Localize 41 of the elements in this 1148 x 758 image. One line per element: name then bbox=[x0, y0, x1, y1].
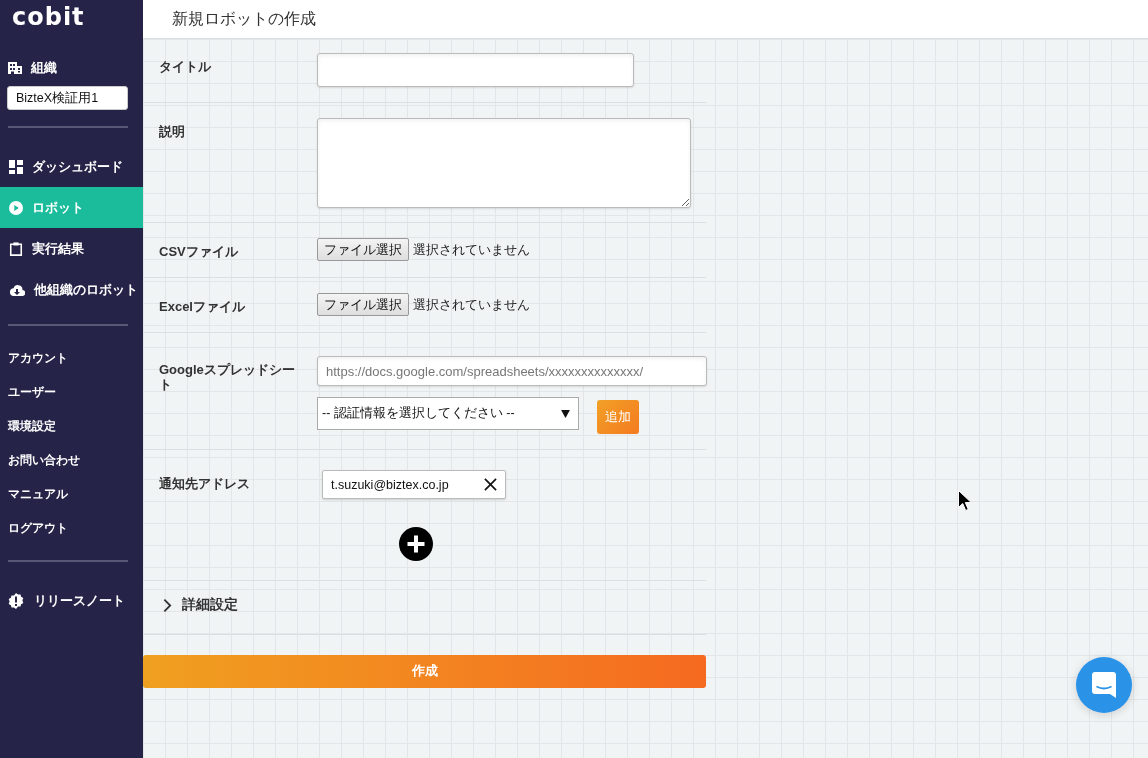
plus-circle-icon[interactable] bbox=[399, 527, 433, 561]
organization-label: 組織 bbox=[31, 59, 57, 77]
sidebar-item[interactable]: ダッシュボード bbox=[0, 146, 143, 187]
sidebar-link[interactable]: アカウント bbox=[0, 341, 143, 375]
advanced-settings-toggle[interactable]: 詳細設定 bbox=[163, 596, 238, 614]
sidebar-link[interactable]: マニュアル bbox=[0, 477, 143, 511]
chat-icon bbox=[1092, 672, 1116, 698]
file-status-text: 選択されていません bbox=[413, 240, 530, 259]
sidebar-link[interactable]: お問い合わせ bbox=[0, 443, 143, 477]
field-label: Excelファイル bbox=[158, 298, 246, 316]
file-select-button[interactable]: ファイル選択 bbox=[317, 293, 409, 316]
release-notes-link[interactable]: リリースノート bbox=[0, 580, 143, 621]
building-icon bbox=[8, 62, 22, 74]
sidebar-link[interactable]: ユーザー bbox=[0, 375, 143, 409]
field-label: CSVファイル bbox=[158, 243, 239, 261]
close-icon[interactable] bbox=[484, 478, 497, 491]
sidebar-link[interactable]: ログアウト bbox=[0, 511, 143, 545]
field-label: Googleスプレッドシート bbox=[158, 361, 296, 394]
url-field[interactable]: https://docs.google.com/spreadsheets/xxxxxxxxxxxxxx/ bbox=[317, 356, 707, 386]
sidebar-item[interactable]: 実行結果 bbox=[0, 228, 143, 269]
text-field[interactable] bbox=[317, 53, 634, 87]
credential-select[interactable]: -- 認証情報を選択してください -- bbox=[317, 397, 579, 430]
file-status-text: 選択されていません bbox=[413, 295, 530, 314]
caret-icon bbox=[561, 409, 570, 418]
dashboard-icon bbox=[9, 159, 23, 174]
cloud-download-icon bbox=[9, 283, 25, 296]
mouse-pointer-icon bbox=[958, 490, 972, 512]
field-label: タイトル bbox=[158, 58, 212, 76]
file-select-button[interactable]: ファイル選択 bbox=[317, 238, 409, 261]
sidebar-item[interactable]: 他組織のロボット bbox=[0, 269, 143, 310]
alert-badge-icon bbox=[8, 592, 24, 609]
sidebar-link[interactable]: 環境設定 bbox=[0, 409, 143, 443]
email-text: t.suzuki@biztex.co.jp bbox=[331, 477, 449, 492]
play-icon bbox=[9, 200, 23, 215]
field-label: 通知先アドレス bbox=[158, 475, 251, 493]
text-area[interactable] bbox=[317, 118, 691, 208]
logo[interactable]: cobit bbox=[12, 3, 85, 31]
organization-field[interactable]: BizteX検証用1 bbox=[7, 86, 128, 110]
field-label: 説明 bbox=[158, 123, 186, 141]
page-title: 新規ロボットの作成 bbox=[172, 8, 316, 29]
clipboard-icon bbox=[9, 241, 23, 256]
